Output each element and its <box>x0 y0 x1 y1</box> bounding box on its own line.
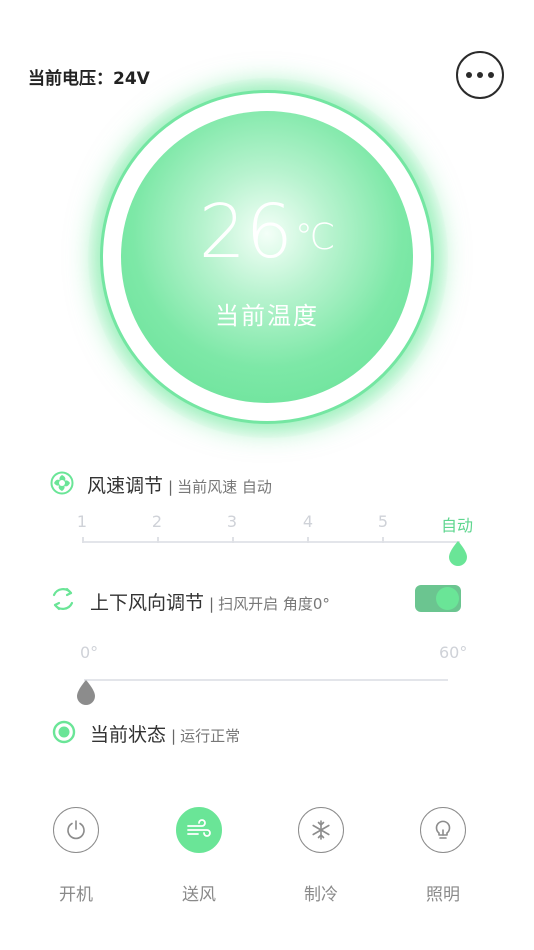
swing-angle-track[interactable] <box>84 679 448 681</box>
fan-speed-track[interactable] <box>82 541 460 543</box>
status-title: 当前状态 <box>90 724 167 746</box>
cooling-button[interactable] <box>298 807 344 853</box>
swing-angle-slider-handle[interactable] <box>76 680 96 710</box>
fan-icon <box>50 471 74 499</box>
status-dot-icon <box>52 720 76 748</box>
fan-level-3[interactable]: 3 <box>227 512 237 531</box>
app-root: 当前电压：24V 26℃ 当前温度 风速调节 | 当前风速 自动 1 2 3 4… <box>0 0 534 950</box>
light-button[interactable] <box>420 807 466 853</box>
fan-level-2[interactable]: 2 <box>152 512 162 531</box>
temperature-value: 26 <box>198 189 293 275</box>
light-label: 照明 <box>426 885 460 905</box>
swing-title: 上下风向调节 <box>90 592 205 614</box>
wind-icon <box>187 819 211 837</box>
swing-toggle-knob <box>436 587 459 610</box>
swing-toggle[interactable] <box>415 585 461 612</box>
voltage-readout: 当前电压：24V <box>28 69 150 89</box>
swing-title-row: 上下风向调节 | 扫风开启 角度0° <box>90 588 330 615</box>
separator: | <box>171 727 177 745</box>
fan-speed-tick <box>82 537 84 543</box>
temperature-unit: ℃ <box>294 217 336 258</box>
fan-speed-subtitle: 当前风速 自动 <box>177 478 272 496</box>
more-horizontal-icon <box>477 72 483 78</box>
fan-speed-tick <box>307 537 309 543</box>
temperature-label: 当前温度 <box>215 302 319 330</box>
fan-level-auto[interactable]: 自动 <box>441 512 473 536</box>
swing-min-label: 0° <box>80 643 99 662</box>
fan-level-4[interactable]: 4 <box>303 512 313 531</box>
status-title-row: 当前状态 | 运行正常 <box>90 720 240 747</box>
fan-mode-button[interactable] <box>176 807 222 853</box>
swing-arrows-icon <box>50 586 76 616</box>
fan-speed-slider-handle[interactable] <box>448 541 468 571</box>
cooling-label: 制冷 <box>304 885 338 905</box>
more-horizontal-icon <box>466 72 472 78</box>
fan-speed-title-row: 风速调节 | 当前风速 自动 <box>87 471 272 498</box>
power-label: 开机 <box>59 885 93 905</box>
fan-speed-tick <box>382 537 384 543</box>
fan-speed-title: 风速调节 <box>87 475 164 497</box>
fan-speed-tick <box>157 537 159 543</box>
fan-mode-label: 送风 <box>182 885 216 905</box>
swing-max-label: 60° <box>439 643 468 662</box>
fan-level-1[interactable]: 1 <box>77 512 87 531</box>
separator: | <box>209 595 215 613</box>
snowflake-icon <box>312 820 330 840</box>
fan-level-5[interactable]: 5 <box>378 512 388 531</box>
status-subtitle: 运行正常 <box>180 727 241 745</box>
power-icon <box>67 820 85 840</box>
fan-speed-tick <box>232 537 234 543</box>
more-horizontal-icon <box>488 72 494 78</box>
lightbulb-icon <box>435 820 451 839</box>
current-temperature: 26℃ <box>0 192 534 272</box>
swing-subtitle: 扫风开启 角度0° <box>218 595 330 613</box>
separator: | <box>168 478 174 496</box>
more-button[interactable] <box>456 51 504 99</box>
power-button[interactable] <box>53 807 99 853</box>
